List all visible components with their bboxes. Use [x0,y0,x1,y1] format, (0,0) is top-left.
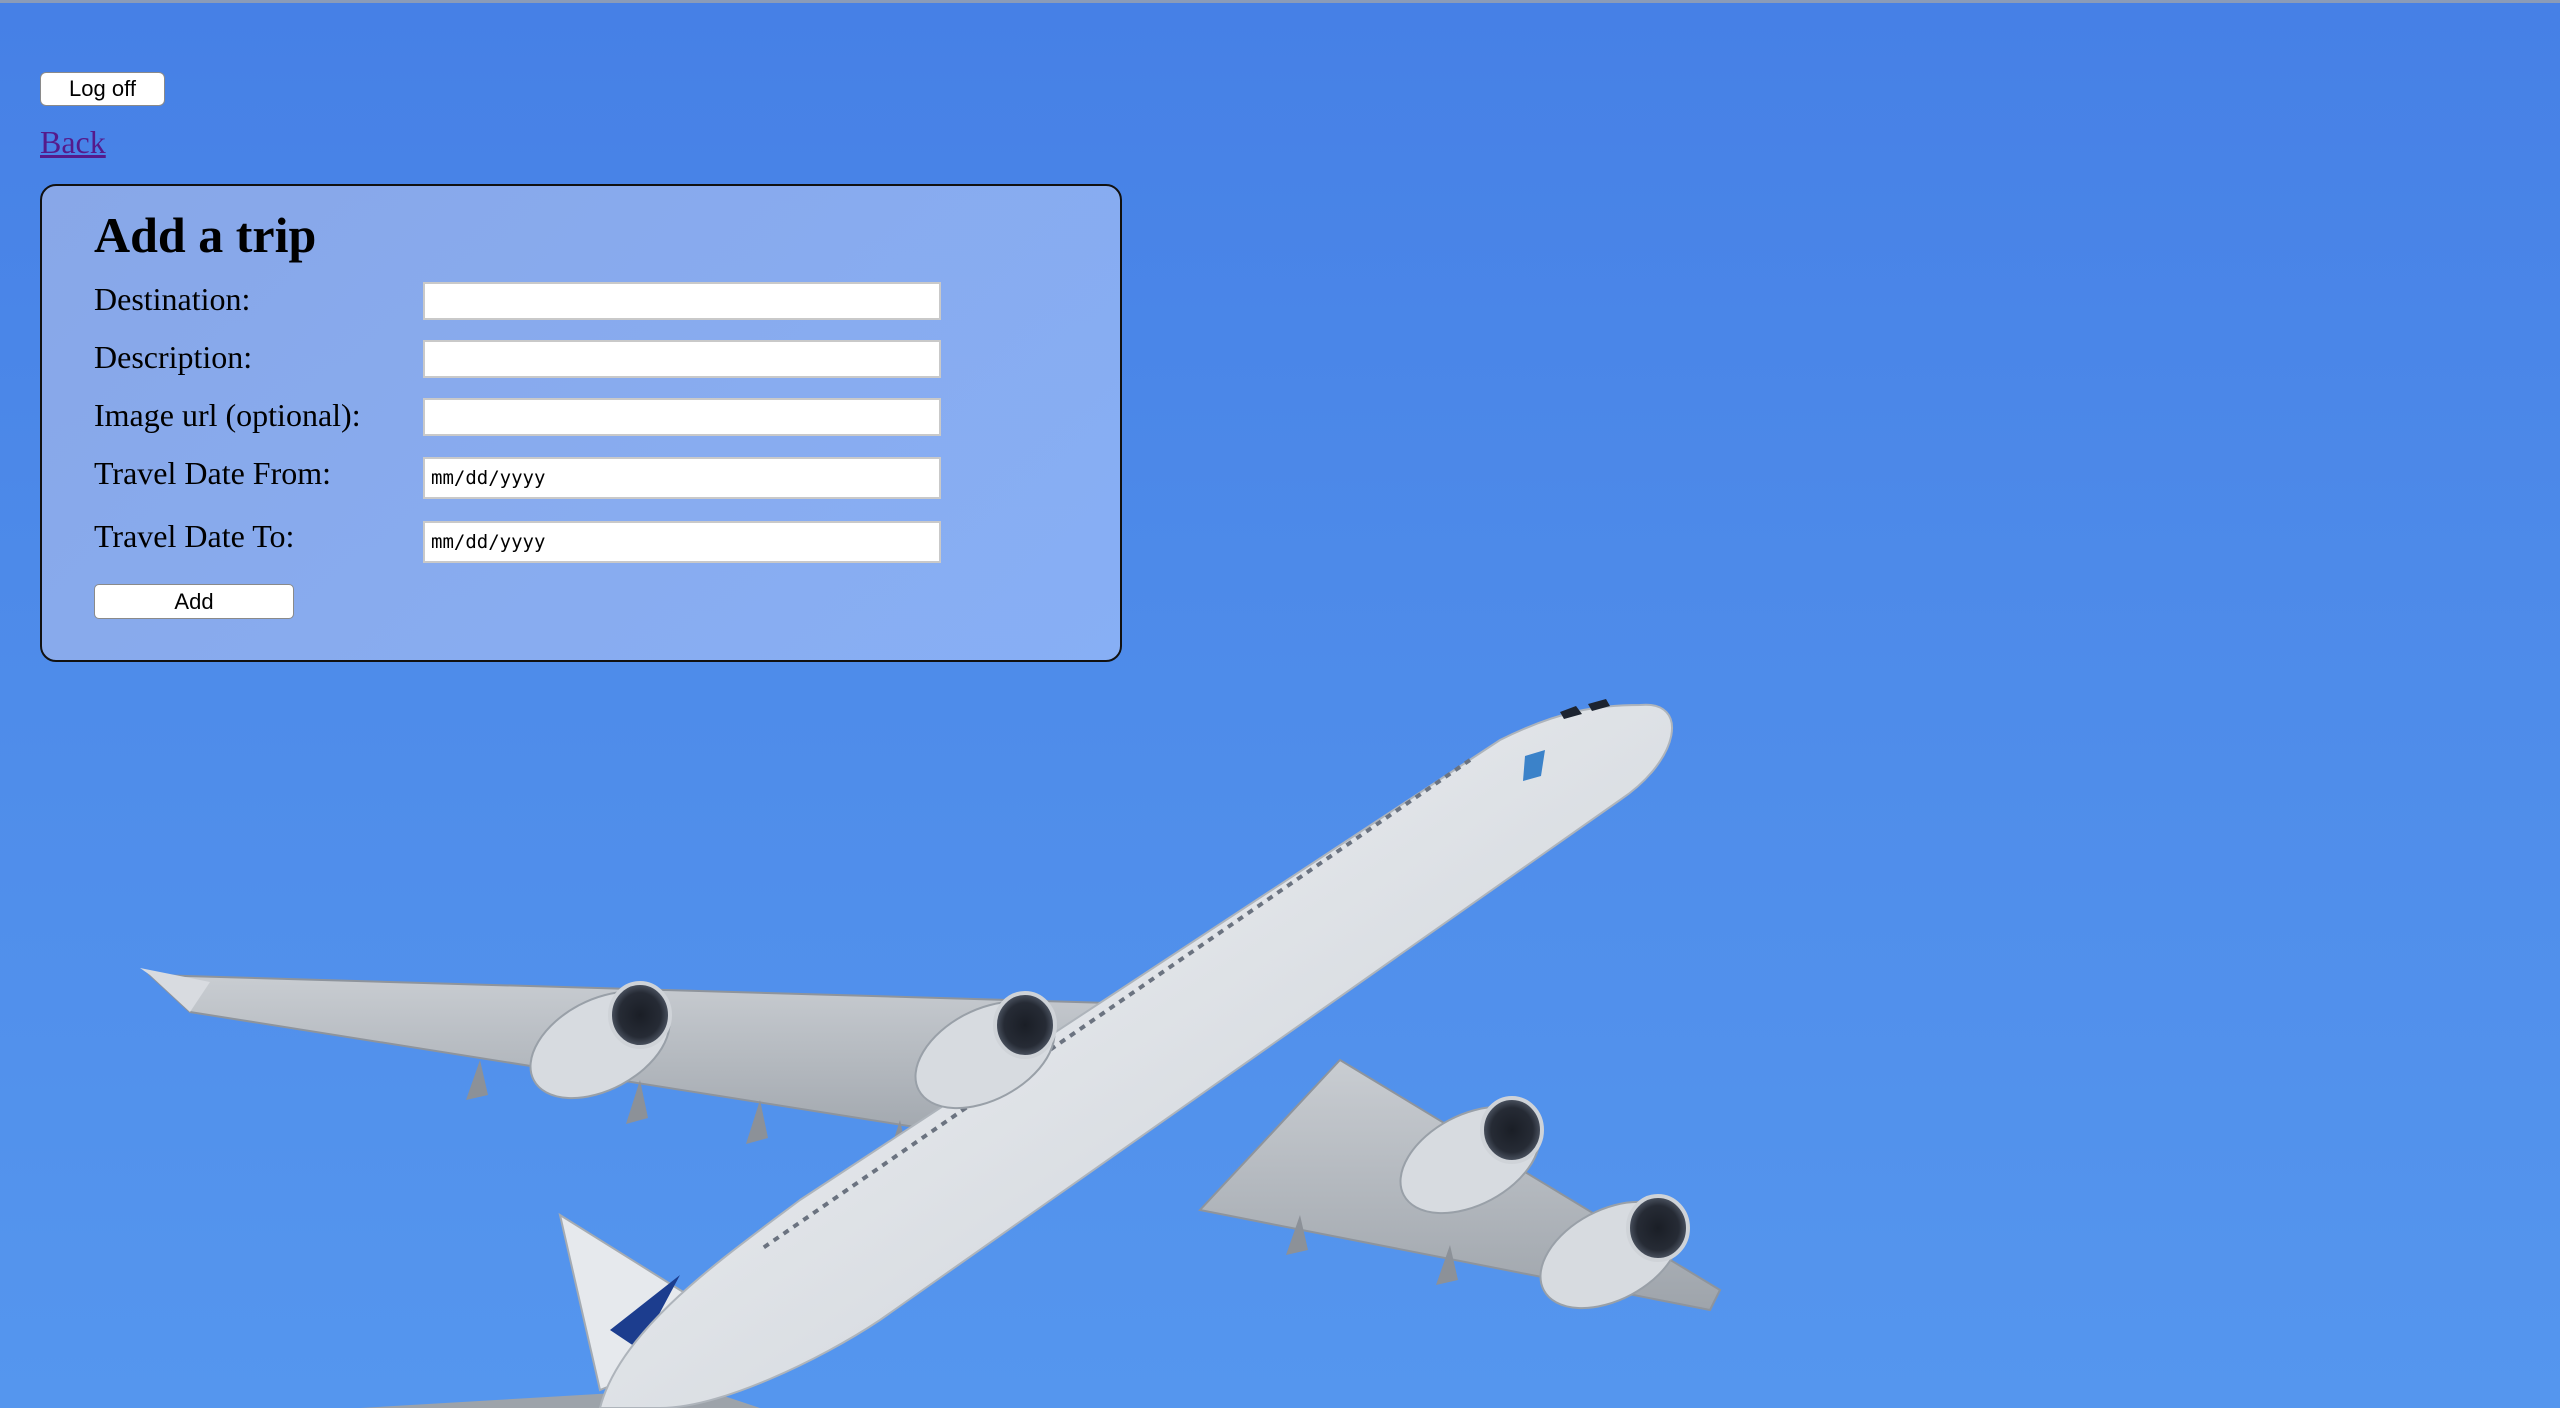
travel-date-from-input[interactable]: mm/dd/yyyy [423,457,941,499]
travel-date-to-input[interactable]: mm/dd/yyyy [423,521,941,563]
travel-date-from-label: Travel Date From: [94,455,332,491]
description-input[interactable] [423,340,941,378]
destination-label: Destination: [94,281,251,317]
destination-input[interactable] [423,282,941,320]
image-url-input[interactable] [423,398,941,436]
form-title: Add a trip [94,207,317,263]
logoff-button[interactable]: Log off [40,72,165,106]
image-url-label: Image url (optional): [94,397,361,433]
add-trip-form: Add a trip Destination: Description: Ima… [40,184,1122,662]
travel-date-to-label: Travel Date To: [94,518,295,554]
back-link[interactable]: Back [40,124,106,161]
add-button[interactable]: Add [94,584,294,619]
description-label: Description: [94,339,253,375]
